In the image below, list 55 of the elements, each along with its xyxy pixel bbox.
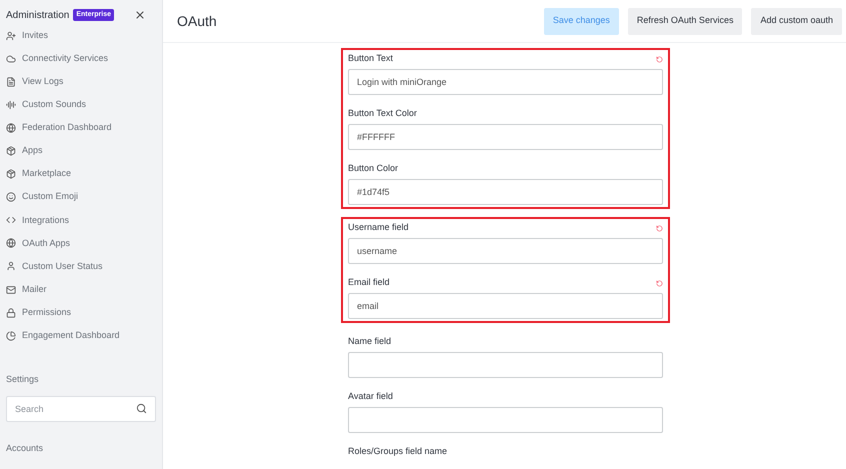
field-label: Button Color xyxy=(348,162,398,176)
package-icon xyxy=(6,146,16,156)
sidebar-title: Administration xyxy=(6,8,70,22)
sidebar-item[interactable]: Invites xyxy=(0,24,162,48)
input-field[interactable] xyxy=(348,407,663,433)
lock-icon xyxy=(6,308,16,318)
input-field[interactable] xyxy=(348,352,663,378)
field-label: Button Text xyxy=(348,52,393,66)
input-field[interactable]: Login with miniOrange xyxy=(348,69,663,95)
reset-icon[interactable] xyxy=(656,280,663,286)
search-field[interactable]: Search xyxy=(6,396,156,422)
field-label: Avatar field xyxy=(348,390,393,404)
field-label: Name field xyxy=(348,335,392,348)
user-icon xyxy=(6,261,16,272)
field-label: Roles/Groups field name xyxy=(348,445,448,458)
sidebar-item[interactable]: Custom User Status xyxy=(0,254,162,278)
sidebar-item[interactable]: Permissions xyxy=(0,301,162,324)
document-icon xyxy=(6,76,16,87)
input-field[interactable]: #FFFFFF xyxy=(348,124,663,150)
sound-icon xyxy=(6,100,16,110)
smiley-icon xyxy=(6,192,16,202)
sidebar-item[interactable]: Marketplace xyxy=(0,162,162,186)
sidebar-item[interactable]: OAuth Apps xyxy=(0,232,162,255)
search-icon xyxy=(136,402,147,414)
input-field[interactable]: #1d74f5 xyxy=(348,179,663,205)
sidebar-item[interactable]: Custom Emoji xyxy=(0,186,162,209)
reset-icon[interactable] xyxy=(656,224,663,232)
section-heading: Accounts xyxy=(5,442,44,455)
field-label: Email field xyxy=(348,276,390,290)
header-button[interactable]: Add custom oauth xyxy=(751,8,842,34)
sidebar-item[interactable]: Mailer xyxy=(0,278,162,302)
sidebar-item[interactable]: Apps xyxy=(0,139,162,163)
reset-icon[interactable] xyxy=(656,56,663,62)
globe-icon xyxy=(6,122,16,133)
page-title: OAuth xyxy=(177,12,217,30)
mail-icon xyxy=(6,284,16,295)
pie-chart-icon xyxy=(6,330,16,341)
sidebar-item[interactable]: Integrations xyxy=(0,208,162,232)
sidebar-item[interactable]: View Logs xyxy=(0,70,162,94)
sidebar-item[interactable]: Federation Dashboard xyxy=(0,116,162,140)
sidebar-item[interactable]: Connectivity Services xyxy=(0,47,162,70)
user-plus-icon xyxy=(6,30,16,41)
code-icon xyxy=(6,215,16,226)
sidebar-item[interactable]: Engagement Dashboard xyxy=(0,324,162,348)
field-label: Username field xyxy=(348,221,409,234)
sidebar-item[interactable]: Custom Sounds xyxy=(0,93,162,116)
input-field[interactable]: username xyxy=(348,238,663,264)
field-label: Button Text Color xyxy=(348,107,417,120)
globe-icon xyxy=(6,238,16,248)
package-icon xyxy=(6,169,16,180)
close-icon[interactable] xyxy=(134,9,146,21)
cloud-icon xyxy=(6,54,16,64)
input-field[interactable]: email xyxy=(348,293,663,319)
section-heading: Settings xyxy=(5,373,40,386)
header-button[interactable]: Refresh OAuth Services xyxy=(628,8,742,34)
